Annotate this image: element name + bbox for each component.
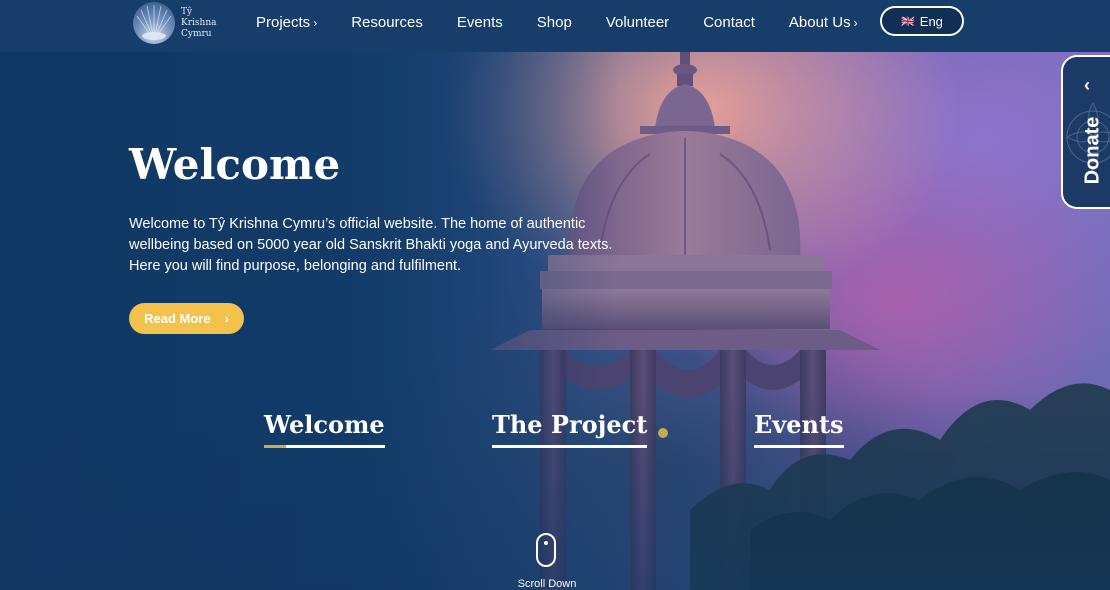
- hero-description: Welcome to Tŷ Krishna Cymru’s official w…: [129, 216, 613, 274]
- tab-label: Events: [754, 410, 844, 439]
- nav-item-label: Resources: [351, 14, 423, 31]
- chevron-right-icon: ›: [224, 311, 229, 326]
- nav-item-resources[interactable]: Resources: [351, 14, 423, 31]
- tab-label: The Project: [492, 410, 648, 439]
- nav-item-about-us[interactable]: About Us ›: [789, 14, 858, 31]
- tab-underline: [754, 445, 844, 448]
- donate-label: Donate: [1081, 116, 1104, 185]
- language-label: Eng: [919, 13, 943, 29]
- tab-events[interactable]: Events: [754, 410, 844, 448]
- nav-item-contact[interactable]: Contact: [703, 14, 755, 31]
- logo-emblem-icon: [133, 2, 175, 44]
- read-more-button[interactable]: Read More ›: [129, 303, 244, 334]
- chevron-left-icon: ‹: [1084, 75, 1090, 95]
- nav-menu: Projects › Resources Events Shop Voluntee…: [256, 14, 892, 31]
- hero-title: Welcome: [129, 140, 341, 189]
- uk-flag-icon: 🇬🇧: [901, 15, 915, 28]
- donate-tab[interactable]: ‹ Donate: [1061, 55, 1110, 209]
- nav-item-label: Contact: [703, 14, 755, 31]
- tab-welcome[interactable]: Welcome: [264, 410, 385, 448]
- logo-text-line1: Tŷ: [181, 6, 193, 17]
- chevron-right-icon: ›: [853, 16, 858, 30]
- scroll-mouse-icon[interactable]: [536, 533, 556, 567]
- nav-item-events[interactable]: Events: [457, 14, 503, 31]
- nav-item-label: Events: [456, 14, 503, 31]
- logo-text-line2: Krishna: [181, 17, 217, 28]
- site-logo[interactable]: Tŷ Krishna Cymru: [133, 0, 217, 46]
- logo-text: Tŷ Krishna Cymru: [181, 7, 217, 40]
- nav-item-label: Shop: [536, 14, 572, 31]
- nav-item-shop[interactable]: Shop: [537, 14, 572, 31]
- hero-background: Tŷ Krishna Cymru Projects › Resources Eve…: [0, 0, 1110, 590]
- read-more-label: Read More: [144, 311, 211, 326]
- scroll-down-label[interactable]: Scroll Down: [500, 578, 594, 590]
- navbar: Tŷ Krishna Cymru Projects › Resources Eve…: [0, 0, 1110, 52]
- tab-the-project[interactable]: The Project: [492, 410, 648, 448]
- logo-text-line3: Cymru: [181, 28, 212, 39]
- chevron-right-icon: ›: [313, 16, 318, 30]
- language-selector-button[interactable]: 🇬🇧 Eng: [880, 6, 964, 36]
- nav-item-label: About Us: [788, 14, 851, 31]
- nav-item-volunteer[interactable]: Volunteer: [606, 14, 669, 31]
- tab-underline: [492, 445, 648, 448]
- nav-item-projects[interactable]: Projects ›: [256, 14, 317, 31]
- nav-item-label: Volunteer: [605, 14, 670, 31]
- tab-underline-active: [264, 445, 385, 448]
- nav-item-label: Projects: [256, 14, 311, 31]
- tab-label: Welcome: [264, 410, 385, 439]
